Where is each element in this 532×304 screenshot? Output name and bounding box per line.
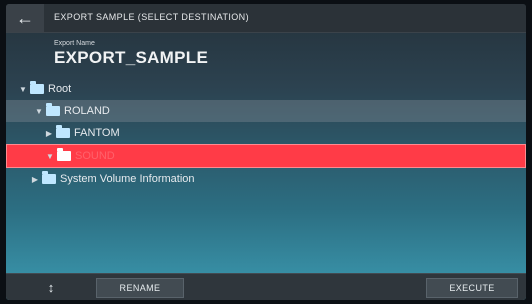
- updown-arrows-icon[interactable]: ↕: [42, 279, 60, 295]
- expand-right-icon[interactable]: ▶: [44, 129, 54, 138]
- export-name-value[interactable]: EXPORT_SAMPLE: [54, 48, 208, 68]
- folder-icon: [42, 171, 56, 184]
- folder-icon: [30, 81, 44, 94]
- folder-icon: [57, 148, 71, 161]
- rename-button[interactable]: RENAME: [96, 278, 184, 298]
- expand-down-icon[interactable]: ▼: [34, 107, 44, 116]
- folder-icon: [46, 103, 60, 116]
- export-name-block: Export Name EXPORT_SAMPLE: [54, 40, 208, 68]
- export-destination-screen: ← EXPORT SAMPLE (SELECT DESTINATION) Exp…: [6, 4, 526, 300]
- back-arrow-icon: ←: [16, 7, 34, 28]
- tree-item-fantom[interactable]: ▶ FANTOM: [6, 122, 526, 144]
- tree-item-label: ROLAND: [64, 105, 110, 117]
- folder-tree: ▼ Root ▼ ROLAND ▶ FANTOM ▼ SOUND ▶ Syste…: [6, 78, 526, 190]
- window-title: EXPORT SAMPLE (SELECT DESTINATION): [54, 12, 249, 22]
- title-bar: ← EXPORT SAMPLE (SELECT DESTINATION): [6, 4, 526, 33]
- execute-button[interactable]: EXECUTE: [426, 278, 518, 298]
- expand-down-icon[interactable]: ▼: [45, 152, 55, 161]
- expand-right-icon[interactable]: ▶: [30, 175, 40, 184]
- tree-item-root[interactable]: ▼ Root: [6, 78, 526, 100]
- back-button[interactable]: ←: [6, 4, 44, 32]
- tree-item-label: FANTOM: [74, 127, 120, 139]
- tree-item-sound[interactable]: ▼ SOUND: [6, 144, 526, 168]
- tree-item-label: SOUND: [75, 150, 115, 162]
- tree-item-roland[interactable]: ▼ ROLAND: [6, 100, 526, 122]
- tree-item-label: Root: [48, 83, 72, 95]
- tree-item-label: System Volume Information: [60, 173, 195, 185]
- bottom-toolbar: ↕ RENAME EXECUTE: [6, 273, 526, 300]
- export-name-label: Export Name: [54, 40, 95, 47]
- expand-down-icon[interactable]: ▼: [18, 85, 28, 94]
- folder-icon: [56, 125, 70, 138]
- tree-item-system-volume[interactable]: ▶ System Volume Information: [6, 168, 526, 190]
